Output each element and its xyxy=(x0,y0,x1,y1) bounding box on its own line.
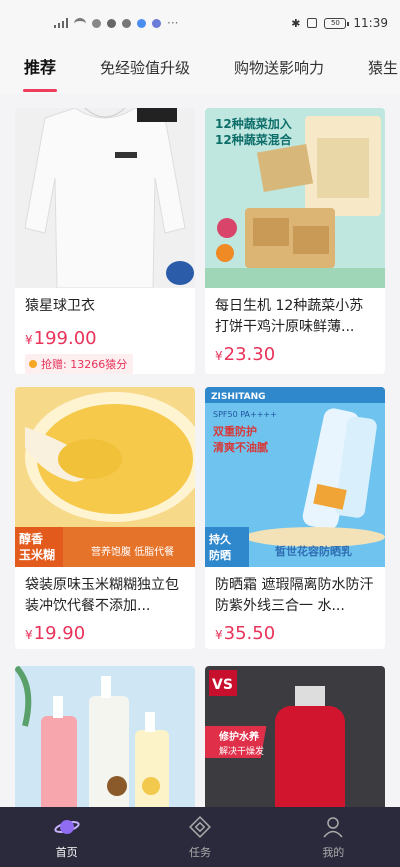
status-icons: ··· xyxy=(54,16,178,30)
app-icon xyxy=(122,18,131,28)
image-caption: 清爽不油腻 xyxy=(213,440,268,454)
image-caption: SPF50 PA++++ xyxy=(213,410,277,419)
points-badge: 抢赠: 13266猿分 xyxy=(25,354,134,374)
battery-icon: 50 xyxy=(324,17,350,29)
image-caption: 双重防护 xyxy=(213,424,257,438)
image-caption: 皙世花容防晒乳 xyxy=(274,544,352,558)
product-image: 12种蔬菜加入 12种蔬菜混合 xyxy=(205,108,385,288)
planet-icon xyxy=(54,814,80,840)
image-caption: 防晒 xyxy=(209,548,231,562)
product-price: ¥199.00 xyxy=(25,328,97,349)
wifi-icon xyxy=(74,18,86,28)
nav-label: 任务 xyxy=(188,846,211,859)
browser-icon xyxy=(137,18,146,28)
product-card[interactable]: 醇香 玉米糊 营养饱腹 低脂代餐 袋装原味玉米糊糊独立包装冲饮代餐不添加... … xyxy=(15,387,195,649)
tab-recommend[interactable]: 推荐 xyxy=(24,46,56,94)
image-caption: 修护水养 xyxy=(218,730,260,743)
product-title: 防晒霜 遮瑕隔离防水防汗防紫外线三合一 水... xyxy=(215,577,374,614)
product-title: 猿星球卫衣 xyxy=(25,298,95,314)
product-price: ¥35.50 xyxy=(215,623,276,644)
product-card[interactable]: 猿星球卫衣 ¥199.00 抢赠: 13266猿分 xyxy=(15,108,195,374)
product-card[interactable]: ZISHITANG SPF50 PA++++ 双重防护 清爽不油腻 持久 防晒 … xyxy=(205,387,385,649)
nav-tasks[interactable]: 任务 xyxy=(133,807,266,867)
tab-free-exp-upgrade[interactable]: 免经验值升级 xyxy=(100,46,190,94)
product-image xyxy=(15,666,195,816)
product-image: ZISHITANG SPF50 PA++++ 双重防护 清爽不油腻 持久 防晒 … xyxy=(205,387,385,567)
product-title: 每日生机 12种蔬菜小苏打饼干鸡汁原味鲜薄... xyxy=(215,298,364,335)
product-card[interactable] xyxy=(15,666,195,816)
bluetooth-icon: ✱ xyxy=(291,16,301,30)
nav-profile[interactable]: 我的 xyxy=(267,807,400,867)
product-card[interactable]: 12种蔬菜加入 12种蔬菜混合 每日生机 12种蔬菜小苏打饼干鸡汁原味鲜薄...… xyxy=(205,108,385,374)
image-caption: ZISHITANG xyxy=(211,392,266,402)
signal-icon xyxy=(54,18,68,28)
more-icon: ··· xyxy=(167,16,179,30)
image-caption: 醇香 xyxy=(19,531,43,546)
product-price: ¥19.90 xyxy=(25,623,86,644)
product-title: 袋装原味玉米糊糊独立包装冲饮代餐不添加... xyxy=(25,577,179,614)
image-caption: 玉米糊 xyxy=(19,547,55,562)
clock: 11:39 xyxy=(353,16,388,30)
nav-label: 我的 xyxy=(322,846,345,859)
product-price: ¥23.30 xyxy=(215,344,276,365)
product-image: 醇香 玉米糊 营养饱腹 低脂代餐 xyxy=(15,387,195,567)
image-caption: 持久 xyxy=(209,532,232,546)
image-caption: 12种蔬菜加入 xyxy=(215,116,292,131)
tab-shopping-influence[interactable]: 购物送影响力 xyxy=(234,46,324,94)
status-bar: ··· ✱ 50 11:39 xyxy=(0,0,400,46)
vibrate-icon xyxy=(307,18,318,28)
task-diamond-icon xyxy=(187,814,213,840)
image-caption: 营养饱腹 低脂代餐 xyxy=(91,545,174,558)
coin-icon xyxy=(29,360,37,368)
bottom-nav: 首页 任务 我的 xyxy=(0,807,400,867)
brand-logo-text: VS xyxy=(212,677,233,693)
chat-icon xyxy=(107,18,116,28)
tab-yuansheng[interactable]: 猿生 xyxy=(368,46,398,94)
notification-icon xyxy=(92,18,101,28)
person-icon xyxy=(320,814,346,840)
product-image: VS 修护水养 解决干燥发 xyxy=(205,666,385,816)
nav-label: 首页 xyxy=(55,846,78,859)
image-caption: 解决干燥发 xyxy=(219,745,264,757)
image-caption: 12种蔬菜混合 xyxy=(215,132,293,147)
category-tabs: 推荐 免经验值升级 购物送影响力 猿生 xyxy=(0,46,400,94)
nav-home[interactable]: 首页 xyxy=(0,807,133,867)
app-icon-blue xyxy=(152,18,161,28)
product-image xyxy=(15,108,195,288)
product-card[interactable]: VS 修护水养 解决干燥发 xyxy=(205,666,385,816)
